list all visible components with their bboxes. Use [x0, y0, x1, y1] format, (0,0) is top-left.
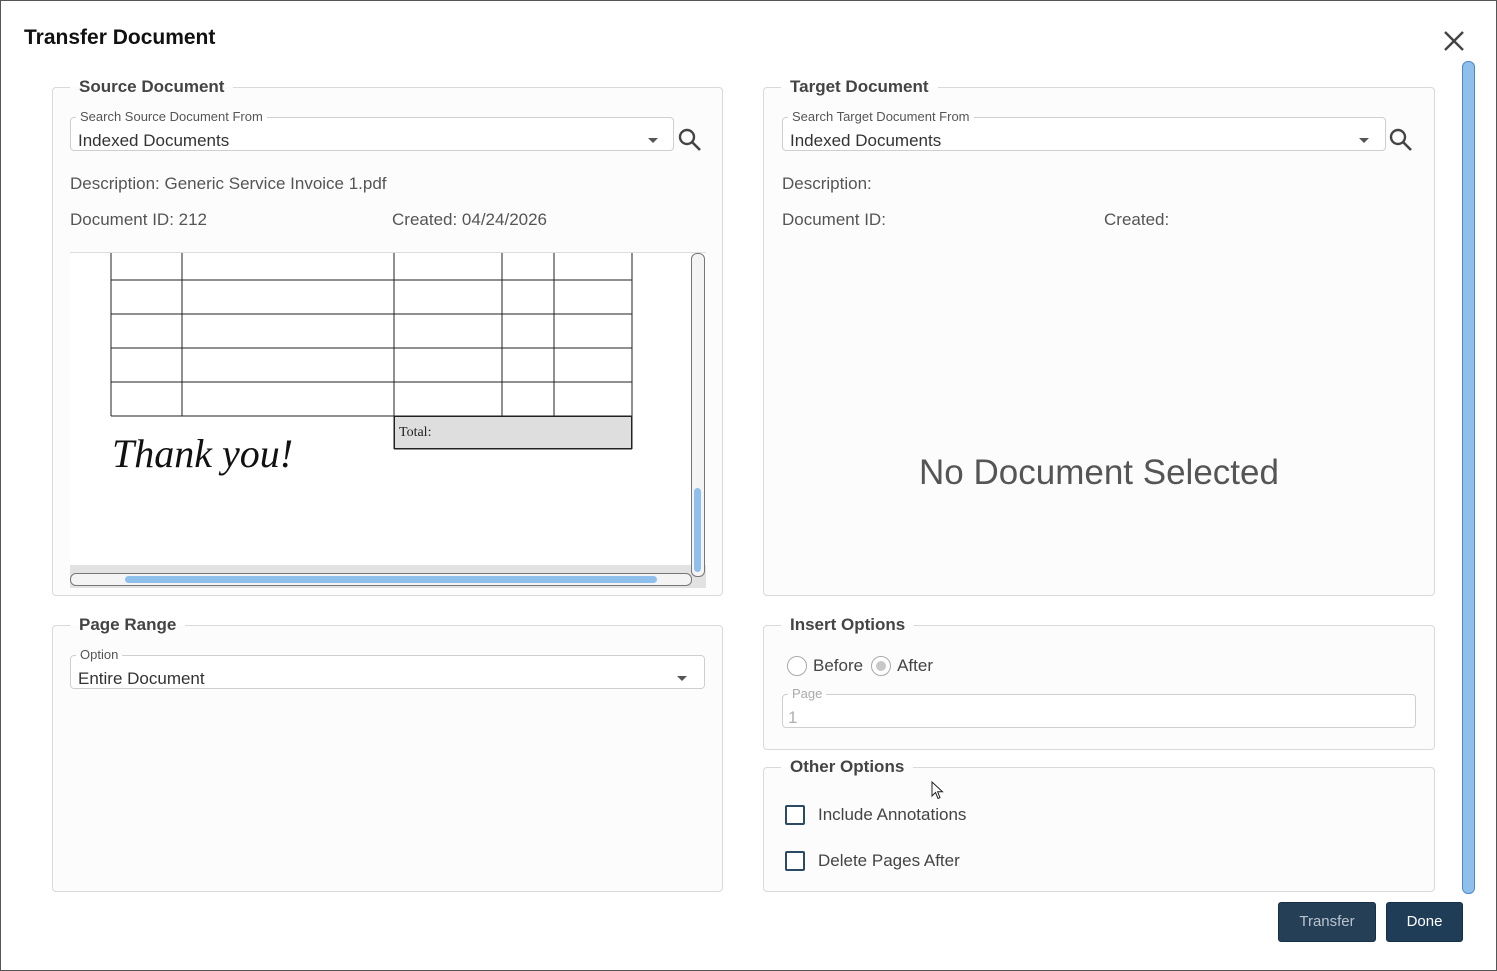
include-annotations-checkbox[interactable]	[785, 804, 805, 825]
dialog-title: Transfer Document	[24, 26, 216, 49]
source-search-label: Search Source Document From	[80, 109, 263, 124]
before-radio-label[interactable]: Before	[813, 656, 863, 676]
insert-options-legend: Insert Options	[790, 615, 906, 634]
include-annotations-label[interactable]: Include Annotations	[818, 805, 966, 825]
document-preview[interactable]: Total: Thank you!	[70, 252, 706, 588]
source-document-id: Document ID: 212	[70, 210, 208, 229]
chevron-down-icon	[648, 138, 658, 143]
transfer-document-dialog: Transfer Document Source Document Search…	[0, 0, 1497, 971]
vertical-scroll-thumb[interactable]	[694, 488, 701, 572]
target-description: Description:	[782, 174, 872, 193]
close-icon[interactable]	[1440, 27, 1468, 55]
after-radio[interactable]	[871, 655, 892, 676]
target-document-id: Document ID:	[782, 210, 886, 229]
mouse-cursor-icon	[931, 781, 944, 800]
delete-pages-after-option[interactable]: Delete Pages After	[785, 850, 960, 871]
target-created: Created:	[1104, 210, 1170, 229]
search-icon[interactable]	[1388, 127, 1414, 153]
insert-page-value: 1	[788, 708, 798, 727]
target-document-panel: Target Document Search Target Document F…	[763, 77, 1435, 596]
dialog-scrollbar[interactable]	[1462, 61, 1475, 894]
no-document-message: No Document Selected	[919, 453, 1279, 492]
insert-options-panel: Insert Options Before After Page 1	[763, 615, 1435, 750]
vertical-scrollbar[interactable]	[691, 253, 705, 577]
page-range-option-select[interactable]: Option Entire Document	[70, 647, 705, 689]
source-search-select[interactable]: Search Source Document From Indexed Docu…	[70, 109, 674, 151]
delete-pages-after-checkbox[interactable]	[785, 850, 805, 871]
insert-page-input[interactable]: Page 1	[782, 686, 1416, 728]
horizontal-scroll-thumb[interactable]	[125, 576, 657, 583]
transfer-button[interactable]: Transfer	[1278, 902, 1376, 942]
target-search-select[interactable]: Search Target Document From Indexed Docu…	[782, 109, 1386, 151]
chevron-down-icon	[1359, 138, 1369, 143]
target-search-value: Indexed Documents	[790, 131, 942, 150]
page-range-panel: Page Range Option Entire Document	[52, 615, 723, 892]
source-document-legend: Source Document	[79, 77, 225, 96]
chevron-down-icon	[677, 676, 687, 681]
search-icon[interactable]	[677, 127, 703, 153]
horizontal-scrollbar[interactable]	[70, 573, 692, 586]
include-annotations-option[interactable]: Include Annotations	[785, 804, 966, 825]
before-radio[interactable]	[787, 655, 807, 676]
page-range-legend: Page Range	[79, 615, 177, 634]
delete-pages-after-label[interactable]: Delete Pages After	[818, 851, 960, 871]
source-search-value: Indexed Documents	[78, 131, 230, 150]
other-options-legend: Other Options	[790, 757, 905, 776]
invoice-table-image: Total: Thank you!	[110, 253, 633, 476]
insert-page-label: Page	[792, 686, 823, 701]
source-description: Description: Generic Service Invoice 1.p…	[70, 174, 387, 193]
source-document-panel: Source Document Search Source Document F…	[52, 77, 723, 596]
target-search-label: Search Target Document From	[792, 109, 970, 124]
after-radio-label[interactable]: After	[897, 656, 933, 676]
other-options-panel: Other Options Include Annotations Delete…	[763, 757, 1435, 892]
source-created: Created: 04/24/2026	[392, 210, 548, 229]
page-range-option-value: Entire Document	[78, 669, 205, 688]
insert-position-radio-group: Before After	[787, 655, 941, 676]
target-document-legend: Target Document	[790, 77, 929, 96]
done-button[interactable]: Done	[1386, 902, 1463, 942]
preview-thank-you: Thank you!	[112, 431, 293, 476]
page-range-option-label: Option	[80, 647, 119, 662]
preview-total-label: Total:	[399, 425, 431, 440]
